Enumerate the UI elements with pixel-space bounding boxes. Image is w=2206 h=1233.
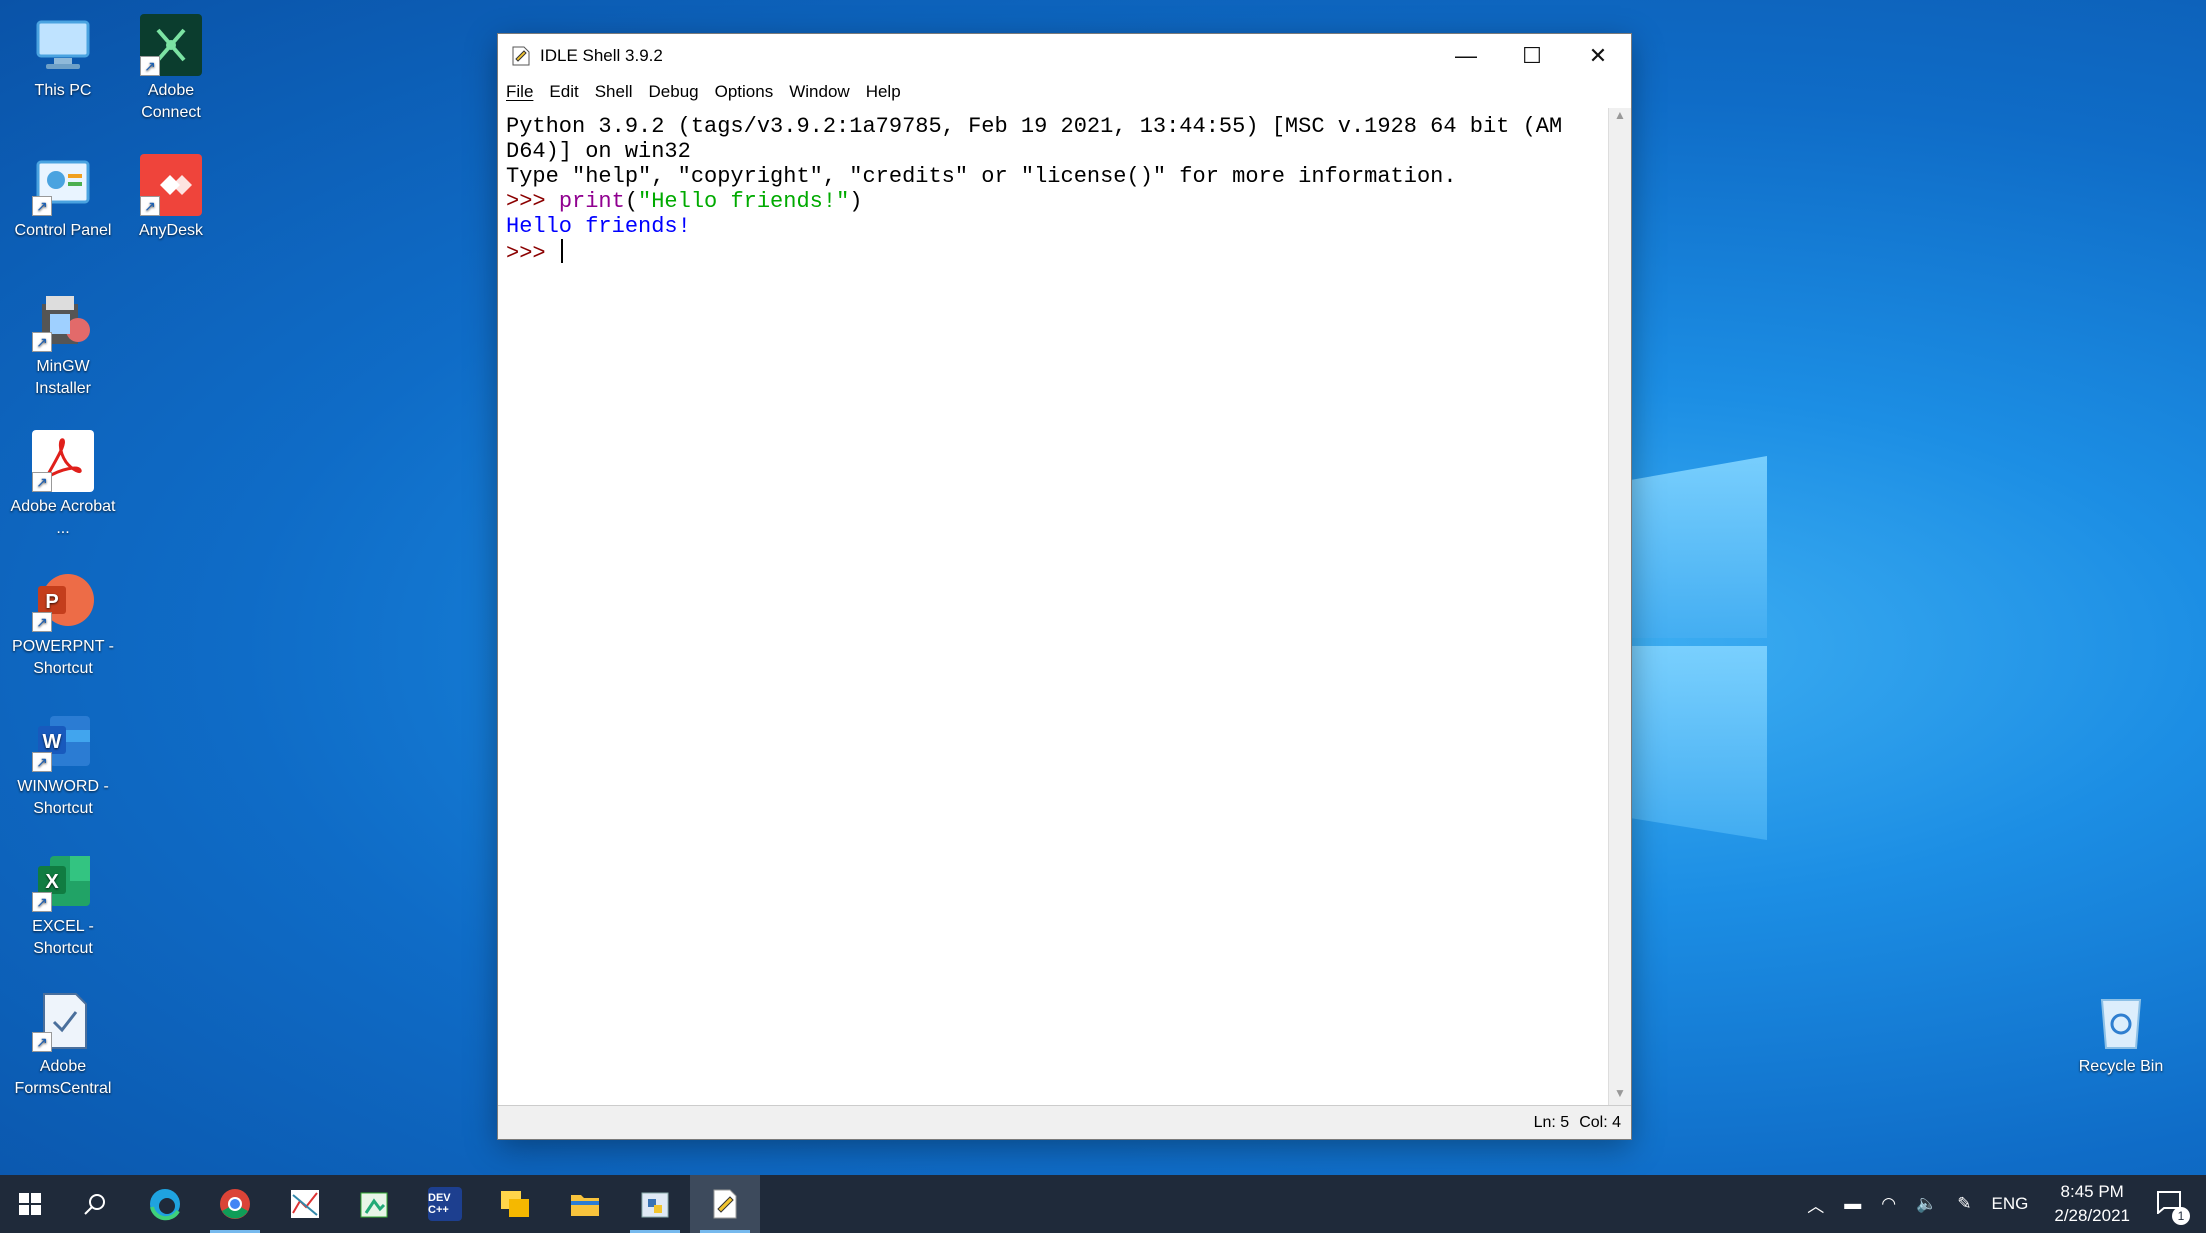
- anydesk-icon: ↗: [140, 154, 202, 216]
- code-builtin: print: [558, 189, 625, 214]
- svg-text:P: P: [45, 591, 58, 613]
- file-explorer-icon: [571, 1195, 599, 1216]
- desktop-icon-mingw[interactable]: ↗ MinGW Installer: [8, 290, 118, 400]
- clock[interactable]: 8:45 PM 2/28/2021: [2054, 1180, 2130, 1228]
- menu-bar: File Edit Shell Debug Options Window Hel…: [498, 78, 1631, 106]
- control-panel-icon: ↗: [32, 154, 94, 216]
- battery-icon[interactable]: ▬: [1844, 1194, 1861, 1214]
- taskbar-chart-app[interactable]: [270, 1175, 340, 1233]
- text-cursor: [560, 239, 563, 263]
- taskbar-file-explorer[interactable]: [550, 1175, 620, 1233]
- system-tray: ︿ ▬ ◠ 🔈 ✎ ENG 8:45 PM 2/28/2021 1: [1797, 1175, 2206, 1233]
- folders-icon: [501, 1191, 529, 1217]
- code-string: "Hello friends!": [638, 189, 850, 214]
- close-icon: ✕: [1588, 43, 1608, 68]
- desktop-icon-this-pc[interactable]: This PC: [8, 14, 118, 102]
- desktop: This PC ↗ Control Panel ↗ MinGW Installe…: [0, 0, 2206, 1175]
- menu-shell[interactable]: Shell: [595, 82, 633, 102]
- edge-icon: [150, 1189, 180, 1221]
- menu-options[interactable]: Options: [715, 82, 774, 102]
- windows-icon: [19, 1193, 41, 1215]
- desktop-icon-powerpoint[interactable]: P ↗ POWERPNT - Shortcut: [8, 570, 118, 680]
- desktop-icon-excel[interactable]: X ↗ EXCEL - Shortcut: [8, 850, 118, 960]
- notification-count-badge: 1: [2172, 1206, 2190, 1225]
- pen-icon[interactable]: ✎: [1957, 1194, 1971, 1214]
- taskbar-paint-app[interactable]: [340, 1175, 410, 1233]
- idle-icon: [512, 46, 530, 66]
- maximize-button[interactable]: ☐: [1499, 34, 1565, 78]
- desktop-icon-recycle-bin[interactable]: Recycle Bin: [2066, 990, 2176, 1078]
- start-button[interactable]: [0, 1175, 60, 1233]
- search-icon: [84, 1194, 105, 1215]
- scroll-up-icon[interactable]: ▲: [1609, 108, 1631, 128]
- clock-time: 8:45 PM: [2060, 1182, 2124, 1201]
- paint-app-icon: [360, 1192, 388, 1218]
- chevron-up-icon[interactable]: ︿: [1807, 1192, 1824, 1217]
- idle-icon: [713, 1189, 737, 1219]
- maximize-icon: ☐: [1522, 43, 1542, 68]
- shell-text-area[interactable]: Python 3.9.2 (tags/v3.9.2:1a79785, Feb 1…: [498, 108, 1608, 1106]
- banner-line-1: Python 3.9.2 (tags/v3.9.2:1a79785, Feb 1…: [506, 114, 1563, 139]
- status-col: Col: 4: [1579, 1113, 1621, 1131]
- taskbar-python[interactable]: [620, 1175, 690, 1233]
- chrome-icon: [220, 1189, 250, 1219]
- menu-file[interactable]: File: [506, 82, 533, 102]
- status-bar: Ln: 5 Col: 4: [498, 1105, 1631, 1139]
- code-close-paren: ): [849, 189, 863, 214]
- shell-prompt: >>>: [506, 189, 559, 214]
- this-pc-icon: [32, 14, 94, 76]
- wifi-icon[interactable]: ◠: [1881, 1194, 1896, 1214]
- devcpp-icon: DEV C++: [428, 1187, 462, 1221]
- window-title: IDLE Shell 3.9.2: [540, 46, 663, 65]
- taskbar-devcpp[interactable]: DEV C++: [410, 1175, 480, 1233]
- banner-line-3: Type "help", "copyright", "credits" or "…: [506, 164, 1457, 189]
- taskbar-idle[interactable]: [690, 1175, 760, 1233]
- taskbar: DEV C++ ︿ ▬ ◠ 🔈 ✎ ENG 8:45 PM 2/28/2021 …: [0, 1175, 2206, 1233]
- search-button[interactable]: [60, 1175, 130, 1233]
- notification-center-button[interactable]: 1: [2156, 1190, 2190, 1225]
- desktop-icon-formscentral[interactable]: ↗ Adobe FormsCentral: [8, 990, 118, 1100]
- adobe-acrobat-icon: ↗: [32, 430, 94, 492]
- minimize-button[interactable]: —: [1433, 34, 1499, 78]
- volume-icon[interactable]: 🔈: [1916, 1194, 1937, 1214]
- mingw-installer-icon: ↗: [32, 290, 94, 352]
- recycle-bin-icon: [2090, 990, 2152, 1052]
- svg-text:X: X: [45, 871, 59, 893]
- desktop-icon-adobe-connect[interactable]: ↗ Adobe Connect: [116, 14, 226, 124]
- adobe-formscentral-icon: ↗: [32, 990, 94, 1052]
- menu-edit[interactable]: Edit: [549, 82, 578, 102]
- status-line: Ln: 5: [1533, 1113, 1570, 1131]
- word-icon: W ↗: [32, 710, 94, 772]
- desktop-icon-anydesk[interactable]: ↗ AnyDesk: [116, 154, 226, 242]
- windows-logo-wallpaper: [1622, 436, 1772, 846]
- idle-shell-window[interactable]: IDLE Shell 3.9.2 — ☐ ✕ File Edit Shell D…: [498, 34, 1631, 1139]
- adobe-connect-icon: ↗: [140, 14, 202, 76]
- svg-text:W: W: [43, 731, 62, 753]
- menu-window[interactable]: Window: [789, 82, 849, 102]
- language-indicator[interactable]: ENG: [1992, 1194, 2029, 1214]
- menu-debug[interactable]: Debug: [649, 82, 699, 102]
- desktop-icon-control-panel[interactable]: ↗ Control Panel: [8, 154, 118, 242]
- excel-icon: X ↗: [32, 850, 94, 912]
- shell-prompt-current: >>>: [506, 241, 559, 266]
- close-button[interactable]: ✕: [1565, 34, 1631, 78]
- python-icon: [641, 1192, 669, 1218]
- taskbar-chrome[interactable]: [200, 1175, 270, 1233]
- code-open-paren: (: [624, 189, 639, 214]
- banner-line-2: D64)] on win32: [506, 139, 691, 164]
- desktop-icon-word[interactable]: W ↗ WINWORD - Shortcut: [8, 710, 118, 820]
- powerpoint-icon: P ↗: [32, 570, 94, 632]
- desktop-icon-acrobat[interactable]: ↗ Adobe Acrobat ...: [8, 430, 118, 540]
- taskbar-edge[interactable]: [130, 1175, 200, 1233]
- menu-help[interactable]: Help: [866, 82, 901, 102]
- title-bar[interactable]: IDLE Shell 3.9.2 — ☐ ✕: [498, 34, 1631, 78]
- vertical-scrollbar[interactable]: ▲ ▼: [1608, 108, 1631, 1106]
- taskbar-folders[interactable]: [480, 1175, 550, 1233]
- scroll-down-icon[interactable]: ▼: [1609, 1086, 1631, 1106]
- chart-app-icon: [291, 1190, 319, 1218]
- clock-date: 2/28/2021: [2054, 1206, 2130, 1225]
- shell-output: Hello friends!: [506, 214, 691, 239]
- minimize-icon: —: [1455, 43, 1477, 68]
